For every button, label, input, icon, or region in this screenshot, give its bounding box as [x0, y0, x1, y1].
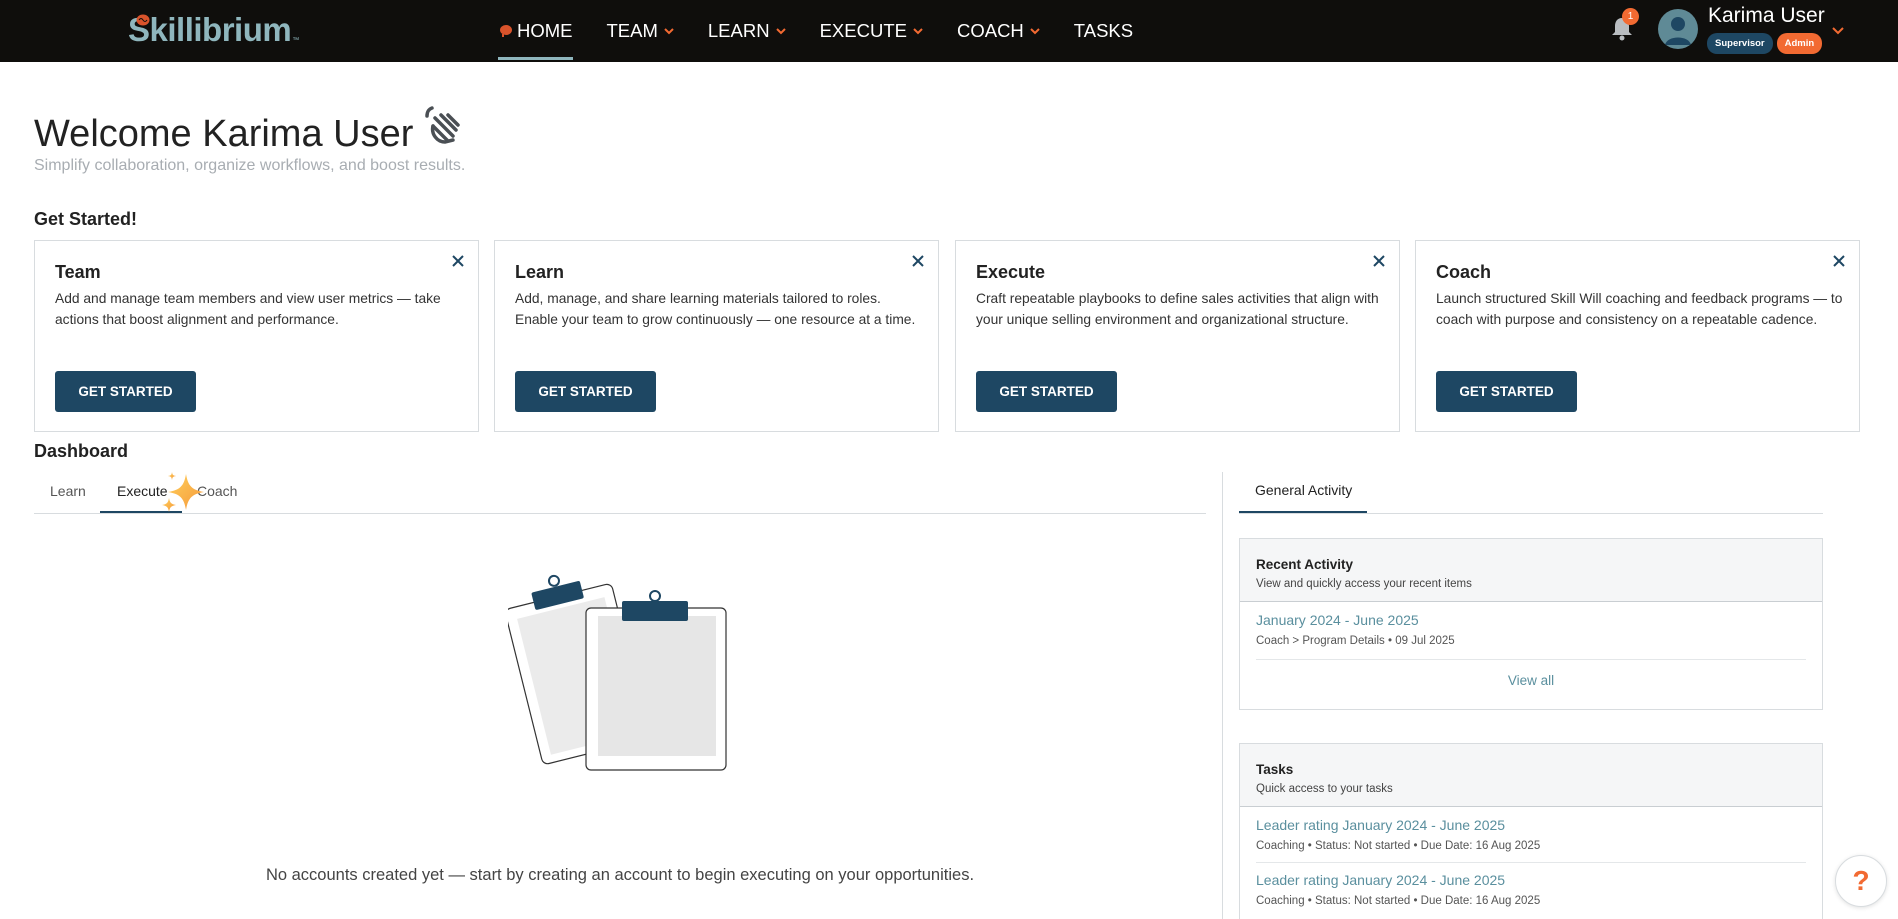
learn-card: Learn Add, manage, and share learning ma… — [494, 240, 939, 432]
empty-clipboards-illustration — [508, 574, 727, 771]
coach-card: Coach Launch structured Skill Will coach… — [1415, 240, 1860, 432]
nav-team[interactable]: TEAM — [607, 0, 674, 62]
task-item-link[interactable]: Leader rating January 2024 - June 2025 — [1256, 817, 1806, 833]
chevron-down-icon[interactable] — [1832, 24, 1844, 36]
chevron-down-icon — [913, 28, 923, 35]
nav-tasks-label: TASKS — [1073, 20, 1134, 41]
list-item: January 2024 - June 2025 Coach > Program… — [1240, 602, 1822, 659]
task-item-meta: Coaching • Status: Not started • Due Dat… — [1256, 840, 1541, 852]
activity-tabs: General Activity — [1239, 472, 1823, 514]
help-button[interactable]: ? — [1835, 855, 1887, 907]
welcome-heading: Welcome Karima User — [34, 105, 469, 156]
nav-execute[interactable]: EXECUTE — [820, 0, 923, 62]
panel-subtitle: View and quickly access your recent item… — [1256, 578, 1472, 590]
panel-header: Recent Activity View and quickly access … — [1240, 539, 1822, 602]
top-navigation-bar: Skillibrium ™ HOME TEAM LEARN EXECUTE CO… — [0, 0, 1898, 62]
card-title: Coach — [1436, 262, 1492, 282]
welcome-subtitle: Simplify collaboration, organize workflo… — [34, 157, 466, 174]
tab-learn[interactable]: Learn — [50, 483, 86, 499]
execute-card: Execute Craft repeatable playbooks to de… — [955, 240, 1400, 432]
role-badges: Supervisor Admin — [1707, 33, 1823, 54]
nav-execute-label: EXECUTE — [819, 20, 907, 41]
notification-count-badge: 1 — [1622, 8, 1639, 25]
user-icon — [1665, 17, 1691, 45]
recent-item-link[interactable]: January 2024 - June 2025 — [1256, 612, 1806, 628]
active-tab-indicator — [1239, 511, 1367, 513]
get-started-button[interactable]: GET STARTED — [515, 371, 656, 412]
team-card: Team Add and manage team members and vie… — [34, 240, 479, 432]
list-item: Leader rating January 2024 - June 2025 C… — [1240, 807, 1822, 862]
panel-divider — [1222, 472, 1223, 919]
sparkle-icon — [162, 472, 204, 512]
panel-title: Recent Activity — [1256, 557, 1354, 572]
dashboard-heading: Dashboard — [34, 441, 129, 461]
nav-coach-label: COACH — [956, 20, 1024, 41]
dashboard-tabs: Learn Execute Coach — [34, 472, 1206, 514]
chevron-down-icon — [1030, 28, 1040, 35]
panel-header: Tasks Quick access to your tasks — [1240, 744, 1822, 807]
brain-icon — [500, 25, 512, 37]
nav-coach[interactable]: COACH — [957, 0, 1040, 62]
nav-home[interactable]: HOME — [498, 0, 573, 62]
close-icon[interactable] — [910, 253, 926, 269]
card-description: Add and manage team members and view use… — [55, 291, 441, 327]
card-title: Learn — [515, 262, 565, 282]
close-icon[interactable] — [1831, 253, 1847, 269]
get-started-button[interactable]: GET STARTED — [55, 371, 196, 412]
get-started-button[interactable]: GET STARTED — [1436, 371, 1577, 412]
close-icon[interactable] — [1371, 253, 1387, 269]
card-description: Launch structured Skill Will coaching an… — [1436, 291, 1843, 327]
get-started-button[interactable]: GET STARTED — [976, 371, 1117, 412]
role-badge-supervisor: Supervisor — [1707, 33, 1773, 54]
card-description: Add, manage, and share learning material… — [515, 291, 916, 327]
task-item-link[interactable]: Leader rating January 2024 - June 2025 — [1256, 872, 1806, 888]
panel-title: Tasks — [1256, 762, 1294, 777]
get-started-heading: Get Started! — [34, 209, 138, 229]
tab-general-activity[interactable]: General Activity — [1255, 482, 1352, 498]
chevron-down-icon — [775, 28, 786, 35]
avatar[interactable] — [1658, 9, 1698, 49]
tasks-panel: Tasks Quick access to your tasks Leader … — [1239, 743, 1823, 919]
card-description: Craft repeatable playbooks to define sal… — [976, 291, 1379, 327]
skillibrium-logo[interactable]: Skillibrium ™ — [128, 10, 299, 50]
card-title: Execute — [976, 262, 1046, 282]
panel-subtitle: Quick access to your tasks — [1256, 783, 1393, 795]
logo-text: Skillibrium — [128, 11, 292, 48]
welcome-title: Welcome Karima User — [34, 113, 414, 155]
nav-learn-label: LEARN — [707, 20, 770, 41]
user-name[interactable]: Karima User — [1708, 4, 1825, 28]
waving-hand-icon — [425, 105, 461, 144]
nav-team-label: TEAM — [606, 20, 658, 41]
nav-learn[interactable]: LEARN — [708, 0, 786, 62]
main-nav: HOME TEAM LEARN EXECUTE COACH TASKS — [498, 0, 1167, 62]
role-badge-admin: Admin — [1776, 33, 1823, 54]
view-all-link[interactable]: View all — [1240, 660, 1822, 688]
task-item-meta: Coaching • Status: Not started • Due Dat… — [1256, 895, 1541, 907]
nav-tasks[interactable]: TASKS — [1074, 0, 1133, 62]
close-icon[interactable] — [450, 253, 466, 269]
nav-home-label: HOME — [517, 20, 573, 41]
recent-item-meta: Coach > Program Details • 09 Jul 2025 — [1256, 635, 1455, 647]
recent-activity-panel: Recent Activity View and quickly access … — [1239, 538, 1823, 710]
list-item: Leader rating January 2024 - June 2025 C… — [1240, 863, 1822, 917]
card-title: Team — [55, 262, 101, 282]
logo-trademark: ™ — [292, 37, 300, 44]
brain-icon — [136, 14, 150, 26]
empty-state-message: No accounts created yet — start by creat… — [265, 866, 975, 884]
chevron-down-icon — [664, 28, 674, 35]
